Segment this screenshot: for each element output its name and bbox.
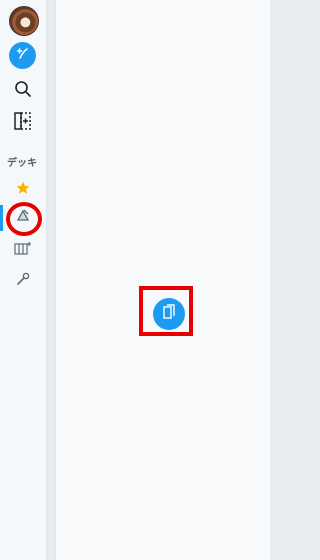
new-tweet-button[interactable] [9,42,36,69]
empty-column-area [55,0,271,560]
search-button[interactable] [8,76,38,106]
search-icon [14,80,32,102]
add-column-button[interactable] [8,108,38,138]
add-column-icon [13,111,33,135]
columns-plus-icon [14,241,32,261]
settings-button[interactable] [8,266,38,296]
column-gutter [47,0,55,560]
active-indicator [0,205,3,231]
highlight-circle [6,202,42,236]
add-column-icon [162,304,176,324]
deck-item-favorite[interactable] [8,174,38,204]
feather-plus-icon [15,46,31,66]
account-avatar[interactable] [9,6,39,36]
star-icon [16,180,30,199]
right-gutter [270,0,298,560]
deck-section-label: デッキ [7,158,37,169]
wrench-icon [15,271,31,291]
deck-item-columns[interactable] [8,236,38,266]
sidebar: デッキ [0,0,47,560]
add-column-center-button[interactable] [153,298,185,330]
